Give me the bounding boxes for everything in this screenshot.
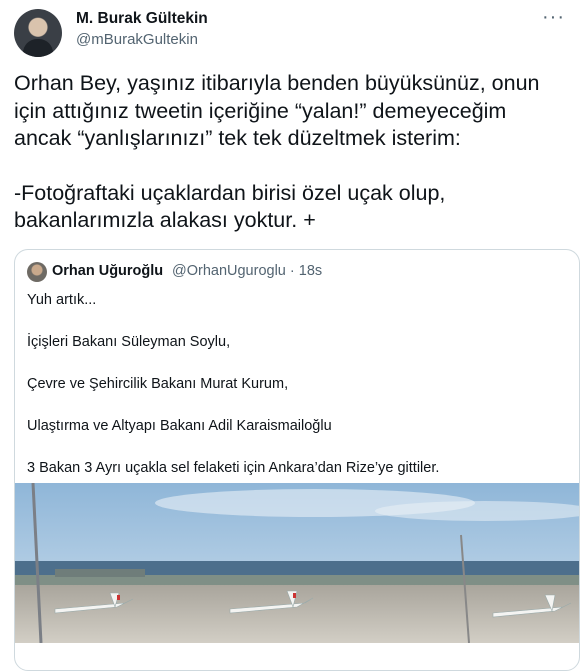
- tweet-line: bakanlarımızla alakası yoktur. +: [14, 208, 316, 232]
- quoted-time[interactable]: 18s: [299, 263, 322, 279]
- tweet-line: -Fotoğraftaki uçaklardan birisi özel uça…: [14, 180, 446, 205]
- quoted-author-name[interactable]: Orhan Uğuroğlu: [52, 263, 163, 279]
- more-icon[interactable]: ···: [542, 6, 565, 29]
- quoted-line: Yuh artık...: [27, 292, 97, 308]
- author-handle[interactable]: @mBurakGultekin: [76, 31, 198, 48]
- tweet-line: ancak “yanlışlarınızı” tek tek düzeltmek…: [14, 126, 461, 150]
- airport-photo[interactable]: [15, 483, 579, 643]
- quoted-tweet[interactable]: Orhan Uğuroğlu @OrhanUguroglu · 18s Yuh …: [14, 249, 580, 671]
- tweet-text: Orhan Bey, yaşınız itibarıyla benden büy…: [14, 70, 574, 235]
- quoted-line: İçişleri Bakanı Süleyman Soylu,: [27, 334, 231, 350]
- meta-separator: ·: [289, 263, 295, 279]
- quoted-line: Çevre ve Şehircilik Bakanı Murat Kurum,: [27, 376, 289, 392]
- author-avatar[interactable]: [14, 9, 62, 57]
- quoted-text: Yuh artık... İçişleri Bakanı Süleyman So…: [27, 290, 567, 500]
- quoted-line: 3 Bakan 3 Ayrı uçakla sel felaketi için …: [27, 460, 440, 476]
- quoted-author-avatar[interactable]: [27, 262, 47, 282]
- quoted-meta: @OrhanUguroglu · 18s: [172, 263, 322, 279]
- tweet-line: için attığınız tweetin içeriğine “yalan!…: [14, 98, 507, 123]
- author-name[interactable]: M. Burak Gültekin: [76, 10, 208, 28]
- tweet-line: Orhan Bey, yaşınız itibarıyla benden büy…: [14, 71, 540, 95]
- quoted-line: Ulaştırma ve Altyapı Bakanı Adil Karaism…: [27, 418, 332, 434]
- quoted-author-handle[interactable]: @OrhanUguroglu: [172, 263, 286, 279]
